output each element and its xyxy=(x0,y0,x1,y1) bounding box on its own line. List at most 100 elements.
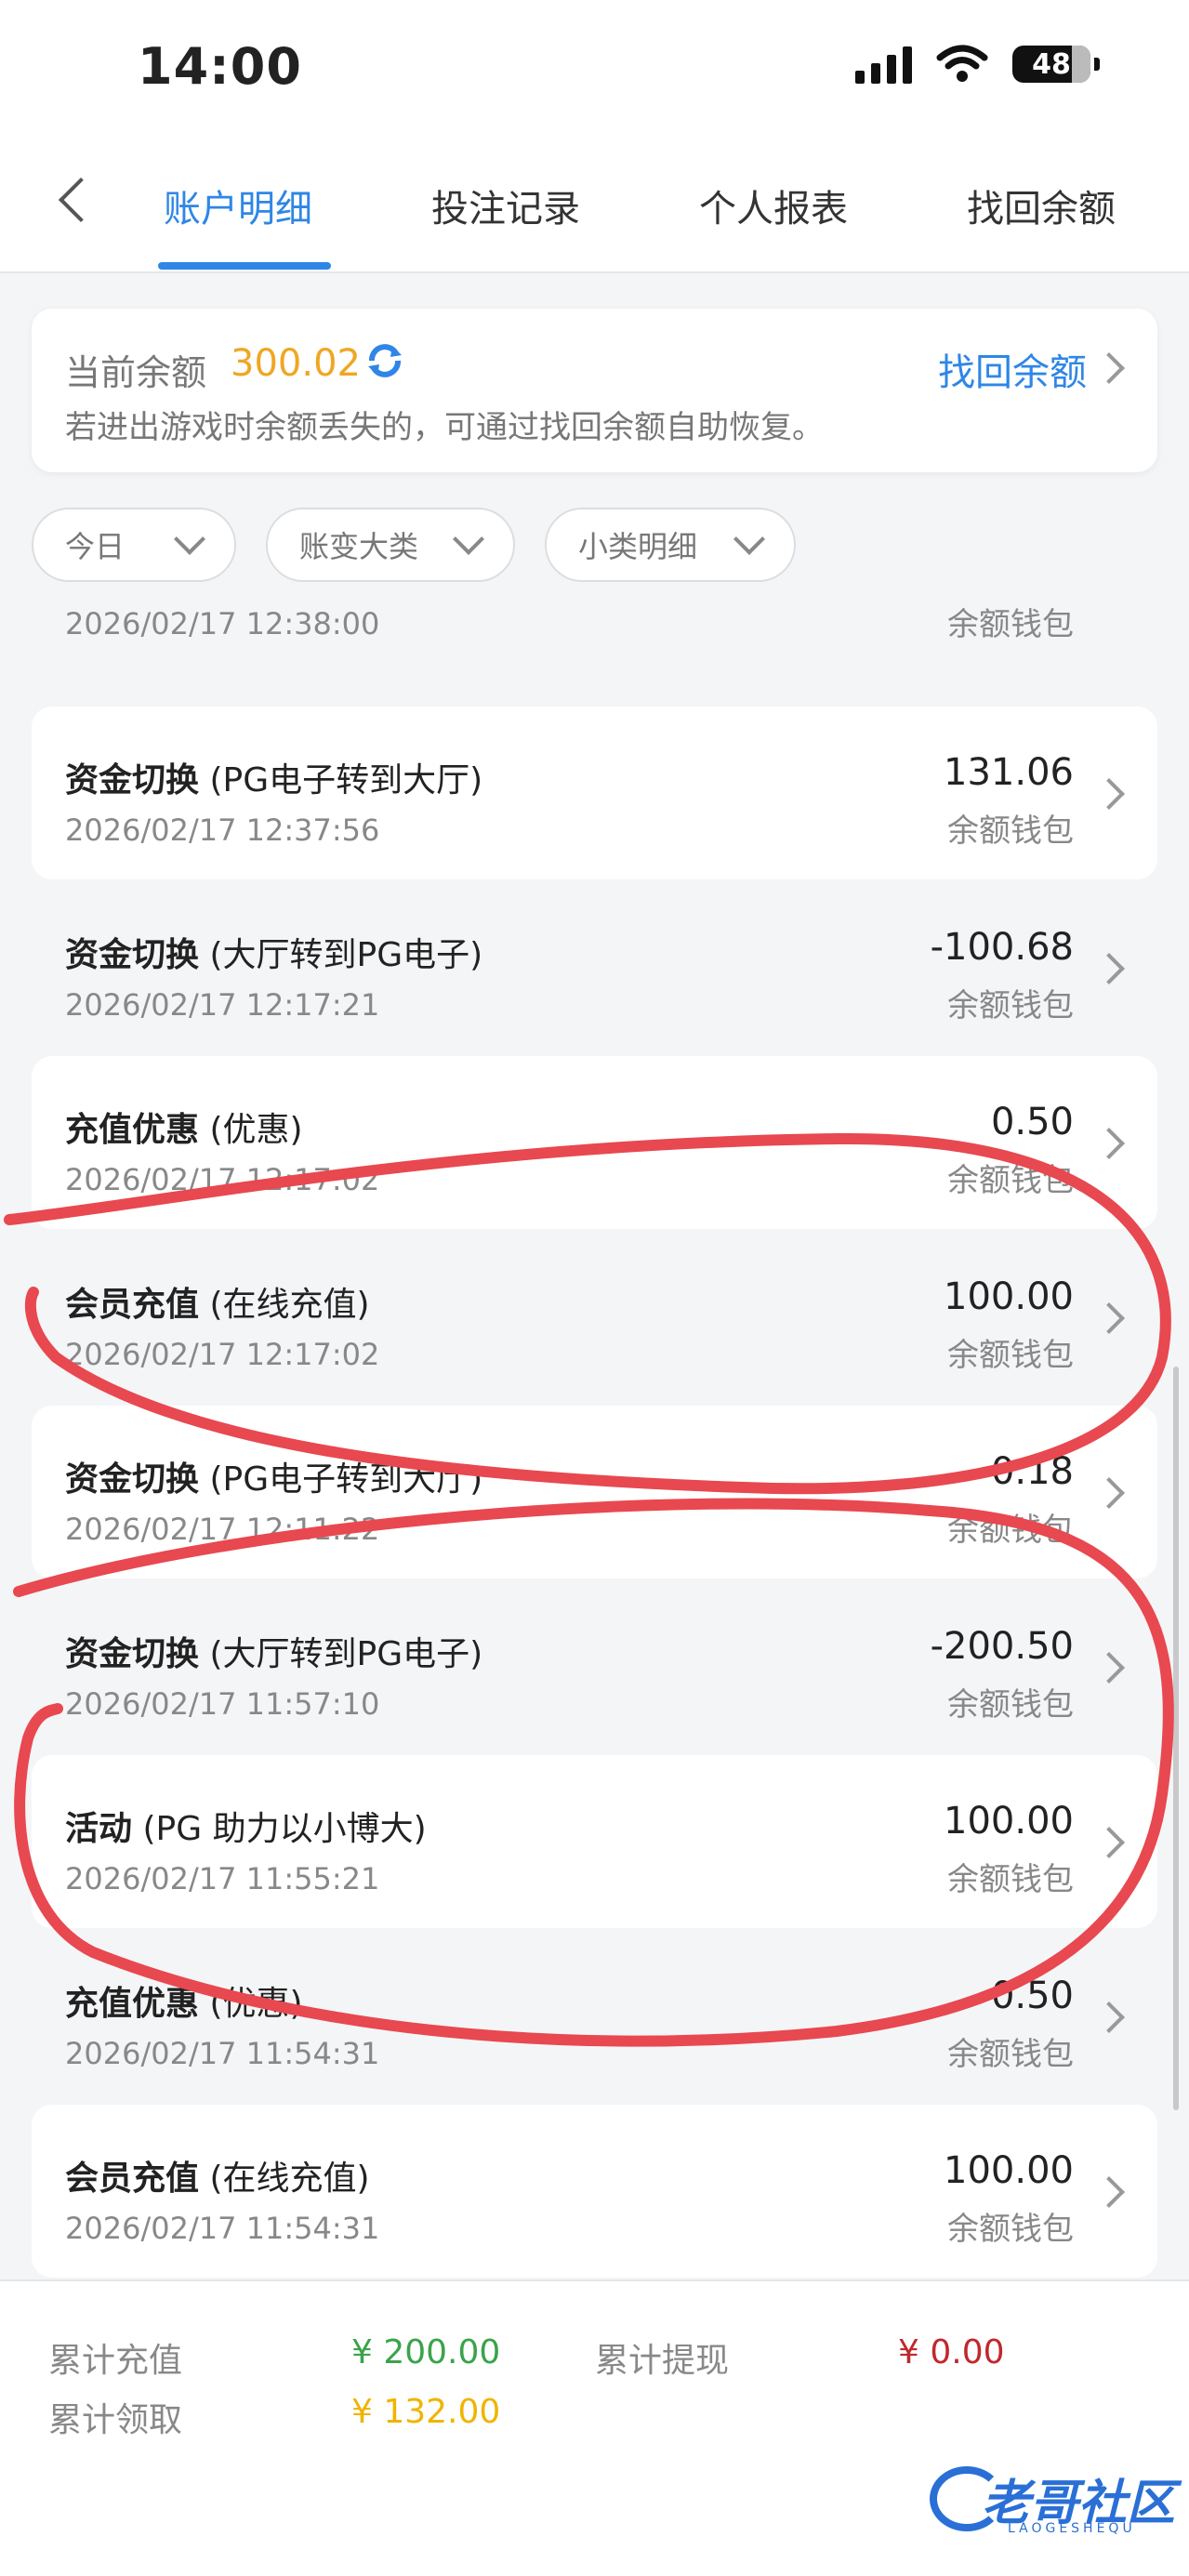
transaction-wallet: 余额钱包 xyxy=(947,2211,1074,2248)
balance-note: 若进出游戏时余额丢失的，可通过找回余额自助恢复。 xyxy=(65,409,824,446)
transaction-wallet: 余额钱包 xyxy=(947,1686,1074,1724)
transaction-row[interactable]: 资金切换 (PG电子转到大厅) 2026/02/17 12:37:56 131.… xyxy=(32,707,1157,879)
transaction-amount: 100.00 xyxy=(944,1275,1074,1318)
transaction-time: 2026/02/17 11:54:31 xyxy=(65,2036,380,2071)
transaction-amount: 0.50 xyxy=(990,1101,1074,1143)
transaction-type: 资金切换 xyxy=(65,761,200,799)
transaction-amount: 0.50 xyxy=(990,1975,1074,2017)
transaction-detail: (优惠) xyxy=(209,1111,303,1149)
watermark-subtext: LAOGESHEQU xyxy=(1008,2521,1136,2536)
back-icon[interactable] xyxy=(58,177,104,223)
chevron-right-icon xyxy=(1093,1652,1125,1684)
total-withdraw-label: 累计提现 xyxy=(595,2342,730,2380)
recover-balance-link[interactable]: 找回余额 xyxy=(938,342,1087,396)
transaction-type: 资金切换 xyxy=(65,936,200,974)
transaction-time: 2026/02/17 12:37:56 xyxy=(65,812,380,848)
balance-card: 当前余额 300.02 若进出游戏时余额丢失的，可通过找回余额自助恢复。 找回余… xyxy=(32,309,1157,472)
chevron-right-icon xyxy=(1093,1477,1125,1509)
tab-personal-report[interactable]: 个人报表 xyxy=(699,178,848,232)
transaction-time: 2026/02/17 11:57:10 xyxy=(65,1686,380,1722)
transaction-row[interactable]: 资金切换 (PG电子转到大厅) 2026/02/17 12:11:22 0.18… xyxy=(32,1406,1157,1579)
total-withdraw-value: ¥ 0.00 xyxy=(898,2333,1005,2371)
scrollbar[interactable] xyxy=(1173,1367,1179,2110)
filter-subcategory-label: 小类明细 xyxy=(578,529,698,564)
transaction-wallet: 余额钱包 xyxy=(947,1162,1074,1199)
chevron-right-icon xyxy=(1093,778,1125,810)
transaction-row[interactable]: 资金切换 (大厅转到PG电子) 2026/02/17 11:57:10 -200… xyxy=(32,1580,1157,1753)
chevron-right-icon[interactable] xyxy=(1093,352,1125,384)
transaction-row[interactable]: 充值优惠 (优惠) 2026/02/17 11:54:31 0.50 余额钱包 xyxy=(32,1930,1157,2103)
transaction-row[interactable]: 会员充值 (在线充值) 2026/02/17 12:17:02 100.00 余… xyxy=(32,1231,1157,1404)
tab-account-details[interactable]: 账户明细 xyxy=(164,178,312,232)
filter-date[interactable]: 今日 xyxy=(32,508,236,582)
total-recharge-label: 累计充值 xyxy=(48,2342,183,2380)
transaction-wallet: 余额钱包 xyxy=(947,812,1074,850)
transaction-row[interactable]: 活动 (PG 助力以小博大) 2026/02/17 11:55:21 100.0… xyxy=(32,1755,1157,1928)
transaction-row[interactable]: 资金切换 (大厅转到PG电子) 2026/02/17 12:17:21 -100… xyxy=(32,881,1157,1054)
transaction-detail: (在线充值) xyxy=(209,2160,370,2198)
total-claimed-label: 累计领取 xyxy=(48,2401,183,2439)
filter-category-label: 账变大类 xyxy=(299,529,419,564)
chevron-down-icon xyxy=(733,523,765,555)
chevron-right-icon xyxy=(1093,1827,1125,1858)
tab-recover-balance[interactable]: 找回余额 xyxy=(967,178,1116,232)
transaction-detail: (PG电子转到大厅) xyxy=(209,761,483,799)
battery-icon: 48 xyxy=(1012,46,1090,83)
chevron-down-icon xyxy=(174,523,205,555)
transaction-detail: (大厅转到PG电子) xyxy=(209,1635,483,1673)
total-recharge-value: ¥ 200.00 xyxy=(351,2333,501,2371)
transaction-type: 资金切换 xyxy=(65,1635,200,1673)
transaction-detail: (PG 助力以小博大) xyxy=(142,1810,427,1848)
transaction-detail: (PG电子转到大厅) xyxy=(209,1460,483,1499)
transaction-time: 2026/02/17 12:17:02 xyxy=(65,1162,380,1197)
tab-bar: 账户明细 投注记录 个人报表 找回余额 xyxy=(0,139,1189,273)
transaction-time: 2026/02/17 12:38:00 xyxy=(65,606,380,641)
chevron-right-icon xyxy=(1093,1302,1125,1334)
transaction-type: 资金切换 xyxy=(65,1460,200,1499)
transaction-list: 2026/02/17 12:38:00 余额钱包 资金切换 (PG电子转到大厅)… xyxy=(0,595,1189,2279)
transaction-time: 2026/02/17 12:17:02 xyxy=(65,1337,380,1372)
transaction-type: 充值优惠 xyxy=(65,1111,200,1149)
status-time: 14:00 xyxy=(138,37,302,96)
transaction-detail: (在线充值) xyxy=(209,1286,370,1324)
wifi-icon xyxy=(936,45,988,82)
transaction-type: 会员充值 xyxy=(65,2160,200,2198)
transaction-detail: (大厅转到PG电子) xyxy=(209,936,483,974)
transaction-amount: 100.00 xyxy=(944,1800,1074,1843)
transaction-amount: -100.68 xyxy=(930,926,1074,969)
transaction-row[interactable]: 会员充值 (在线充值) 2026/02/17 11:54:31 100.00 余… xyxy=(32,2105,1157,2278)
active-tab-indicator xyxy=(158,262,331,270)
status-icons: 48 xyxy=(855,45,1100,84)
filter-subcategory[interactable]: 小类明细 xyxy=(545,508,796,582)
status-bar: 14:00 48 xyxy=(0,0,1189,139)
transaction-time: 2026/02/17 12:17:21 xyxy=(65,987,380,1023)
transaction-amount: 131.06 xyxy=(944,751,1074,794)
filter-category[interactable]: 账变大类 xyxy=(266,508,515,582)
transaction-row[interactable]: 充值优惠 (优惠) 2026/02/17 12:17:02 0.50 余额钱包 xyxy=(32,1056,1157,1229)
filter-date-label: 今日 xyxy=(65,529,126,564)
transaction-type: 充值优惠 xyxy=(65,1985,200,2023)
transaction-amount: 0.18 xyxy=(990,1450,1074,1493)
battery-level: 48 xyxy=(1032,47,1071,81)
transaction-wallet: 余额钱包 xyxy=(947,1337,1074,1374)
chevron-right-icon xyxy=(1093,1128,1125,1159)
transaction-wallet: 余额钱包 xyxy=(947,606,1074,643)
chevron-right-icon xyxy=(1093,2176,1125,2208)
transaction-time: 2026/02/17 12:11:22 xyxy=(65,1512,380,1547)
transaction-time: 2026/02/17 11:55:21 xyxy=(65,1861,380,1896)
transaction-row[interactable]: 2026/02/17 12:38:00 余额钱包 xyxy=(32,595,1157,673)
balance-amount: 300.02 xyxy=(231,342,361,385)
transaction-type: 会员充值 xyxy=(65,1286,200,1324)
transaction-amount: 100.00 xyxy=(944,2149,1074,2192)
transaction-detail: (优惠) xyxy=(209,1985,303,2023)
balance-label: 当前余额 xyxy=(65,352,207,393)
transaction-amount: -200.50 xyxy=(930,1625,1074,1668)
transaction-type: 活动 xyxy=(65,1810,133,1848)
signal-icon xyxy=(855,45,912,84)
chevron-down-icon xyxy=(453,523,484,555)
refresh-icon[interactable] xyxy=(364,340,405,381)
transaction-wallet: 余额钱包 xyxy=(947,987,1074,1024)
total-claimed-value: ¥ 132.00 xyxy=(351,2393,501,2431)
transaction-time: 2026/02/17 11:54:31 xyxy=(65,2211,380,2246)
tab-bet-records[interactable]: 投注记录 xyxy=(431,178,580,232)
